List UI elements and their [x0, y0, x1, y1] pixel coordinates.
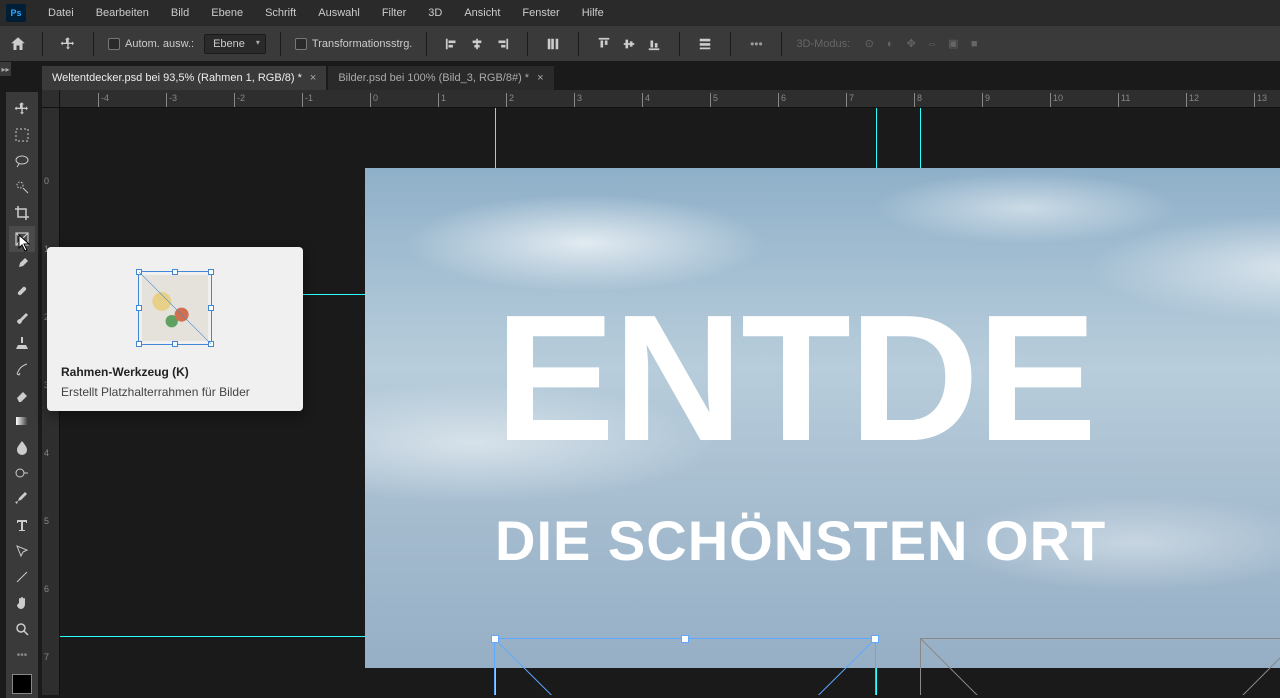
align-bottom-icon[interactable] [643, 33, 665, 55]
align-top-icon[interactable] [593, 33, 615, 55]
frame-placeholder[interactable] [920, 638, 1280, 695]
menu-3d[interactable]: 3D [418, 3, 452, 23]
menu-file[interactable]: Datei [38, 3, 84, 23]
move-tool[interactable] [9, 96, 35, 122]
document-tabs: Weltentdecker.psd bei 93,5% (Rahmen 1, R… [0, 62, 1280, 90]
3d-roll-icon[interactable]: ◐ [881, 35, 899, 53]
close-icon[interactable]: × [310, 72, 316, 84]
tooltip-description: Erstellt Platzhalterrahmen für Bilder [61, 385, 289, 399]
align-center-h-icon[interactable] [466, 33, 488, 55]
close-icon[interactable]: × [537, 72, 543, 84]
menu-image[interactable]: Bild [161, 3, 199, 23]
app-logo: Ps [6, 4, 26, 22]
line-tool[interactable] [9, 564, 35, 590]
menu-filter[interactable]: Filter [372, 3, 416, 23]
3d-pan-icon[interactable]: ✥ [902, 35, 920, 53]
menu-edit[interactable]: Bearbeiten [86, 3, 159, 23]
menu-layer[interactable]: Ebene [201, 3, 253, 23]
menu-bar: Ps Datei Bearbeiten Bild Ebene Schrift A… [0, 0, 1280, 26]
tooltip-preview-icon [138, 271, 212, 345]
history-brush-tool[interactable] [9, 356, 35, 382]
transform-controls-checkbox[interactable]: Transformationsstrg. [295, 38, 412, 50]
distribute-icon[interactable] [542, 33, 564, 55]
home-icon[interactable] [8, 34, 28, 54]
left-toolbar: ••• [6, 92, 38, 698]
menu-window[interactable]: Fenster [512, 3, 569, 23]
healing-tool[interactable] [9, 278, 35, 304]
more-options-icon[interactable]: ••• [745, 33, 767, 55]
3d-slide-icon[interactable]: ⇔ [923, 35, 941, 53]
panel-collapse-icon[interactable]: ▸▸ [0, 62, 11, 76]
quick-select-tool[interactable] [9, 174, 35, 200]
crop-tool[interactable] [9, 200, 35, 226]
tab-bilder[interactable]: Bilder.psd bei 100% (Bild_3, RGB/8#) * × [328, 66, 553, 90]
distribute-v-icon[interactable] [694, 33, 716, 55]
align-right-icon[interactable] [491, 33, 513, 55]
ruler-horizontal[interactable]: -4 -3 -2 -1 0 1 2 3 4 5 6 7 8 9 10 11 12… [60, 90, 1280, 108]
menu-select[interactable]: Auswahl [308, 3, 370, 23]
menu-help[interactable]: Hilfe [572, 3, 614, 23]
3d-zoom-icon[interactable]: ▣ [944, 35, 962, 53]
menu-view[interactable]: Ansicht [454, 3, 510, 23]
brush-tool[interactable] [9, 304, 35, 330]
handle-tr[interactable] [871, 635, 879, 643]
3d-mode-label: 3D-Modus: [796, 38, 850, 50]
ruler-corner[interactable] [42, 90, 60, 108]
zoom-tool[interactable] [9, 616, 35, 642]
eyedropper-tool[interactable] [9, 252, 35, 278]
3d-camera-icon[interactable]: ■ [965, 35, 983, 53]
foreground-color[interactable] [12, 674, 32, 694]
subline-text: DIE SCHÖNSTEN ORT [495, 508, 1106, 573]
artboard: ENTDE DIE SCHÖNSTEN ORT [365, 168, 1280, 668]
align-center-v-icon[interactable] [618, 33, 640, 55]
frame-selection[interactable] [494, 638, 876, 695]
frame-tool[interactable] [9, 226, 35, 252]
blur-tool[interactable] [9, 434, 35, 460]
tab-weltentdecker[interactable]: Weltentdecker.psd bei 93,5% (Rahmen 1, R… [42, 66, 326, 90]
type-tool[interactable] [9, 512, 35, 538]
layer-dropdown[interactable]: Ebene [204, 34, 266, 54]
headline-text: ENTDE [495, 298, 1095, 460]
gradient-tool[interactable] [9, 408, 35, 434]
edit-toolbar-icon[interactable]: ••• [9, 642, 35, 668]
options-bar: Autom. ausw.: Ebene Transformationsstrg.… [0, 26, 1280, 62]
lasso-tool[interactable] [9, 148, 35, 174]
pen-tool[interactable] [9, 486, 35, 512]
tool-tooltip: Rahmen-Werkzeug (K) Erstellt Platzhalter… [47, 247, 303, 411]
dodge-tool[interactable] [9, 460, 35, 486]
clone-stamp-tool[interactable] [9, 330, 35, 356]
align-left-icon[interactable] [441, 33, 463, 55]
auto-select-checkbox[interactable]: Autom. ausw.: [108, 38, 194, 50]
handle-tl[interactable] [491, 635, 499, 643]
handle-tm[interactable] [681, 635, 689, 643]
3d-orbit-icon[interactable]: ⊙ [860, 35, 878, 53]
tooltip-title: Rahmen-Werkzeug (K) [61, 365, 289, 379]
marquee-tool[interactable] [9, 122, 35, 148]
path-select-tool[interactable] [9, 538, 35, 564]
move-tool-icon[interactable] [57, 33, 79, 55]
menu-type[interactable]: Schrift [255, 3, 306, 23]
hand-tool[interactable] [9, 590, 35, 616]
eraser-tool[interactable] [9, 382, 35, 408]
